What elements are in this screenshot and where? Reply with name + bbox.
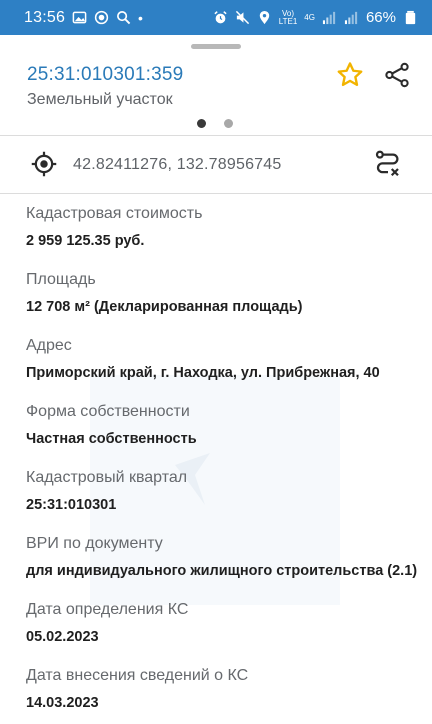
object-header: 25:31:010301:359 Земельный участок bbox=[0, 50, 432, 134]
page-dot-2[interactable] bbox=[224, 119, 233, 128]
route-icon bbox=[375, 150, 399, 177]
coordinates-text[interactable]: 42.82411276, 132.78956745 bbox=[73, 156, 281, 174]
status-time: 13:56 bbox=[24, 8, 66, 26]
gallery-icon bbox=[72, 10, 87, 25]
details-list: Кадастровая стоимость 2 959 125.35 руб. … bbox=[26, 196, 432, 724]
field-cadastral-quarter: Кадастровый квартал 25:31:010301 bbox=[26, 460, 432, 526]
field-value: Частная собственность bbox=[26, 431, 197, 447]
field-value: 12 708 м² (Декларированная площадь) bbox=[26, 299, 303, 315]
page-indicator bbox=[197, 119, 233, 128]
star-icon bbox=[337, 62, 363, 87]
vpn-globe-icon bbox=[94, 10, 109, 25]
location-icon bbox=[257, 10, 272, 25]
share-icon bbox=[385, 62, 409, 88]
coordinates-row: 42.82411276, 132.78956745 bbox=[0, 137, 432, 192]
alarm-icon bbox=[213, 10, 228, 25]
battery-percent: 66% bbox=[365, 9, 396, 26]
signal-icon bbox=[322, 10, 337, 25]
divider bbox=[0, 135, 432, 136]
share-button[interactable] bbox=[383, 61, 411, 89]
field-label: Адрес bbox=[26, 337, 72, 354]
locate-button[interactable] bbox=[30, 150, 58, 178]
field-value[interactable]: 25:31:010301 bbox=[26, 497, 432, 513]
cadastral-number[interactable]: 25:31:010301:359 bbox=[27, 64, 183, 86]
field-value: 05.02.2023 bbox=[26, 629, 99, 645]
field-label: Кадастровая стоимость bbox=[26, 205, 203, 222]
field-value: Приморский край, г. Находка, ул. Прибреж… bbox=[26, 365, 380, 381]
crosshair-icon bbox=[31, 151, 57, 177]
field-address: Адрес Приморский край, г. Находка, ул. П… bbox=[26, 328, 432, 394]
notification-dot-icon: • bbox=[138, 9, 143, 26]
field-label: Форма собственности bbox=[26, 403, 190, 420]
page-dot-1[interactable] bbox=[197, 119, 206, 128]
field-label: Дата внесения сведений о КС bbox=[26, 667, 249, 684]
volte-bottom-label: LTE1 bbox=[278, 16, 298, 26]
battery-icon bbox=[403, 10, 418, 25]
field-valuation-date: Дата определения КС 05.02.2023 bbox=[26, 592, 432, 658]
field-label: Площадь bbox=[26, 271, 96, 288]
field-label: ВРИ по документу bbox=[26, 535, 163, 552]
status-bar: 13:56 • Vo) LTE1 4G 66% bbox=[0, 0, 432, 35]
field-value: 14.03.2023 bbox=[26, 695, 99, 711]
signal-2-icon bbox=[344, 10, 359, 25]
object-type: Земельный участок bbox=[27, 91, 173, 108]
sheet-drag-handle[interactable] bbox=[191, 44, 241, 49]
field-entry-date: Дата внесения сведений о КС 14.03.2023 bbox=[26, 658, 432, 724]
search-icon bbox=[116, 10, 131, 25]
field-cadastral-value: Кадастровая стоимость 2 959 125.35 руб. bbox=[26, 196, 432, 262]
favorite-button[interactable] bbox=[335, 60, 365, 90]
network-type: 4G bbox=[304, 12, 315, 22]
route-button[interactable] bbox=[373, 149, 403, 179]
field-value: 2 959 125.35 руб. bbox=[26, 233, 145, 249]
mute-icon bbox=[235, 10, 250, 25]
field-label: Кадастровый квартал bbox=[26, 469, 188, 486]
field-ownership: Форма собственности Частная собственност… bbox=[26, 394, 432, 460]
field-area: Площадь 12 708 м² (Декларированная площа… bbox=[26, 262, 432, 328]
field-label: Дата определения КС bbox=[26, 601, 189, 618]
volte-indicator: Vo) LTE1 bbox=[278, 9, 298, 26]
divider bbox=[0, 193, 432, 194]
field-permitted-use: ВРИ по документу для индивидуального жил… bbox=[26, 526, 432, 592]
field-value: для индивидуального жилищного строительс… bbox=[26, 563, 418, 579]
